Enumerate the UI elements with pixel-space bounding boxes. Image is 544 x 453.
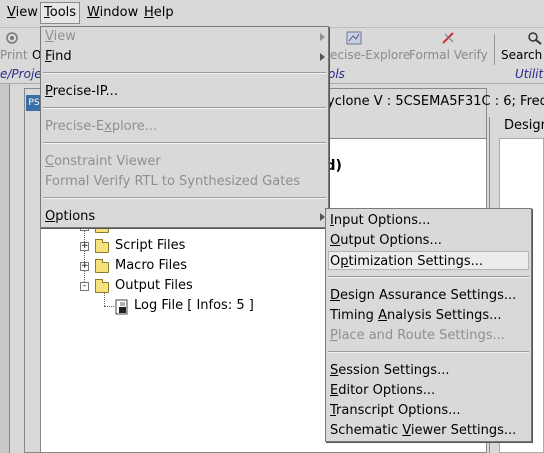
utilities-group-label: Utilit bbox=[515, 67, 544, 81]
formal-verify-icon bbox=[441, 31, 457, 45]
precise-explore-icon bbox=[346, 31, 362, 45]
tree-expander[interactable]: + bbox=[80, 242, 89, 251]
log-file-icon bbox=[115, 299, 129, 315]
folder-icon bbox=[95, 279, 109, 293]
device-info: yclone V : 5CSEMA5F31C : 6; Frequ bbox=[327, 94, 544, 109]
tree-connector bbox=[84, 222, 85, 288]
tools-menu-options[interactable]: Options bbox=[45, 207, 95, 226]
options-editor-options[interactable]: Editor Options... bbox=[330, 381, 435, 400]
options-design-assurance[interactable]: Design Assurance Settings... bbox=[330, 286, 516, 305]
options-schematic-viewer[interactable]: Schematic Viewer Settings... bbox=[330, 421, 516, 440]
menu-separator bbox=[43, 197, 326, 199]
tree-item-output-files[interactable]: Output Files bbox=[115, 278, 193, 293]
menu-tools[interactable]: Tools bbox=[40, 2, 81, 24]
tree-connector bbox=[104, 306, 114, 307]
menu-separator bbox=[43, 107, 326, 109]
tools-group-label: ols bbox=[328, 67, 345, 81]
options-output-options[interactable]: Output Options... bbox=[330, 231, 442, 250]
tree-item-log-file[interactable]: Log File [ Infos: 5 ] bbox=[134, 298, 254, 313]
options-session-settings[interactable]: Session Settings... bbox=[330, 361, 449, 380]
tree-expander[interactable]: - bbox=[80, 282, 89, 291]
menu-view[interactable]: View bbox=[4, 4, 41, 22]
tree-expander[interactable]: + bbox=[80, 262, 89, 271]
options-input-options[interactable]: Input Options... bbox=[330, 211, 430, 230]
options-transcript-options[interactable]: Transcript Options... bbox=[330, 401, 461, 420]
menu-separator bbox=[328, 351, 529, 353]
menu-window[interactable]: Window bbox=[84, 4, 141, 22]
submenu-arrow-icon bbox=[320, 53, 325, 61]
search-icon bbox=[527, 31, 543, 45]
left-dock-strip bbox=[0, 84, 10, 453]
tree-item-macro-files[interactable]: Macro Files bbox=[115, 258, 187, 273]
tools-menu-formal-verify[interactable]: Formal Verify RTL to Synthesized Gates bbox=[45, 172, 300, 191]
tools-menu-view[interactable]: View bbox=[45, 27, 76, 46]
print-icon bbox=[4, 31, 20, 45]
menu-help[interactable]: Help bbox=[141, 4, 177, 22]
menu-view-rest: iew bbox=[15, 5, 38, 20]
submenu-arrow-icon bbox=[320, 33, 325, 41]
print-button[interactable]: Print bbox=[0, 48, 28, 62]
design-panel-title: Design bbox=[504, 118, 544, 133]
formal-verify-button[interactable]: Formal Verify bbox=[409, 48, 488, 62]
toolbar-separator bbox=[494, 34, 495, 66]
project-group-label: e/Proje bbox=[0, 67, 42, 81]
menu-separator bbox=[328, 276, 529, 278]
options-optimization-settings[interactable]: Optimization Settings... bbox=[328, 251, 529, 270]
menu-bar: View Tools Window Help bbox=[0, 0, 544, 26]
tools-menu-precise-ip[interactable]: Precise-IP... bbox=[45, 82, 118, 101]
options-timing-analysis[interactable]: Timing Analysis Settings... bbox=[330, 306, 502, 325]
tree-item-script-files[interactable]: Script Files bbox=[115, 238, 185, 253]
folder-icon bbox=[95, 259, 109, 273]
options-submenu: Input Options... Output Options... Optim… bbox=[325, 208, 532, 442]
precise-explore-button[interactable]: ecise-Explore bbox=[330, 48, 410, 62]
tools-menu-constraint-viewer[interactable]: Constraint Viewer bbox=[45, 152, 161, 171]
folder-icon bbox=[95, 239, 109, 253]
tools-menu-find[interactable]: Find bbox=[45, 47, 72, 66]
tools-menu: View Find Precise-IP... Precise-Explore.… bbox=[40, 26, 329, 228]
tools-menu-precise-explore[interactable]: Precise-Explore... bbox=[45, 117, 157, 136]
menu-separator bbox=[43, 142, 326, 144]
menu-separator bbox=[43, 72, 326, 74]
tree-connector bbox=[104, 292, 105, 306]
search-button[interactable]: Search bbox=[501, 48, 542, 62]
options-place-and-route[interactable]: Place and Route Settings... bbox=[330, 326, 505, 345]
